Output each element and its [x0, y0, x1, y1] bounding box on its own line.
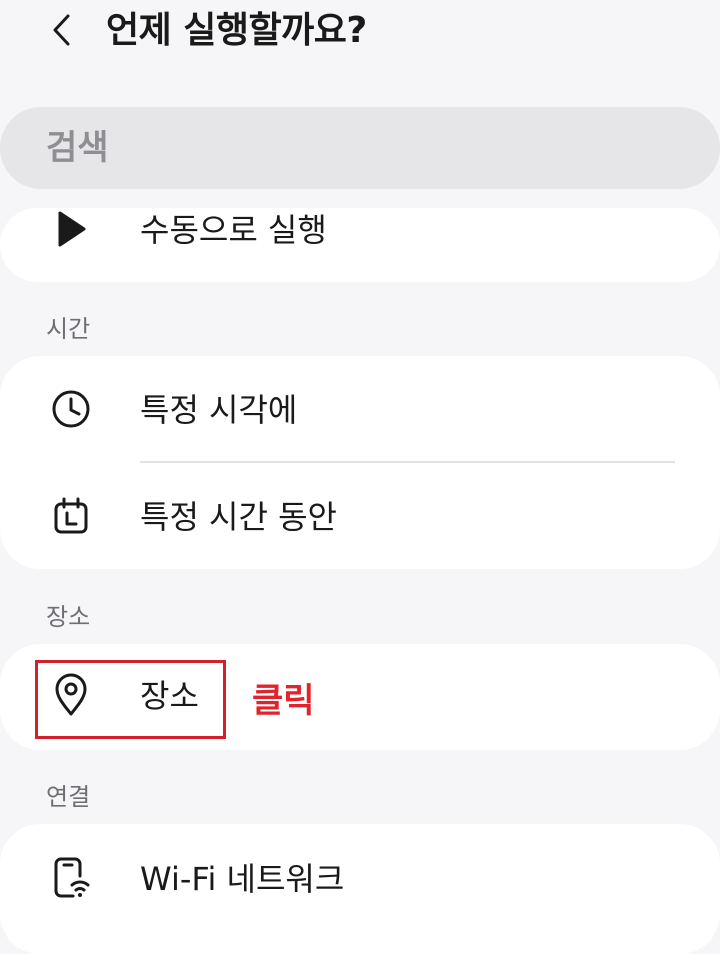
time-period-label: 특정 시간 동안: [140, 498, 337, 536]
manual-run-label: 수동으로 실행: [140, 211, 327, 249]
play-icon: [50, 208, 92, 250]
search-placeholder: 검색: [46, 128, 109, 168]
specific-time-item[interactable]: 특정 시각에: [0, 356, 720, 462]
specific-time-label: 특정 시각에: [140, 391, 298, 429]
highlight-box: [35, 660, 226, 739]
connection-card: Wi-Fi 네트워크: [0, 824, 720, 954]
app-header: 언제 실행할까요?: [0, 0, 720, 70]
page-title: 언제 실행할까요?: [106, 10, 367, 51]
wifi-item[interactable]: Wi-Fi 네트워크: [0, 824, 720, 930]
section-label-place: 장소: [46, 603, 91, 631]
clock-icon: [50, 388, 92, 430]
click-annotation: 클릭: [252, 681, 315, 721]
wifi-phone-icon: [50, 857, 92, 899]
manual-run-item[interactable]: 수동으로 실행: [0, 208, 720, 282]
manual-run-card: 수동으로 실행: [0, 208, 720, 282]
search-bar[interactable]: 검색: [0, 107, 720, 189]
time-period-item[interactable]: 특정 시간 동안: [0, 463, 720, 569]
chevron-left-icon: [53, 14, 70, 46]
back-button[interactable]: [40, 8, 84, 52]
calendar-icon: [50, 495, 92, 537]
section-label-time: 시간: [46, 315, 91, 343]
section-label-connection: 연결: [46, 783, 91, 811]
wifi-label: Wi-Fi 네트워크: [140, 860, 345, 898]
time-card: 특정 시각에 특정 시간 동안: [0, 356, 720, 569]
